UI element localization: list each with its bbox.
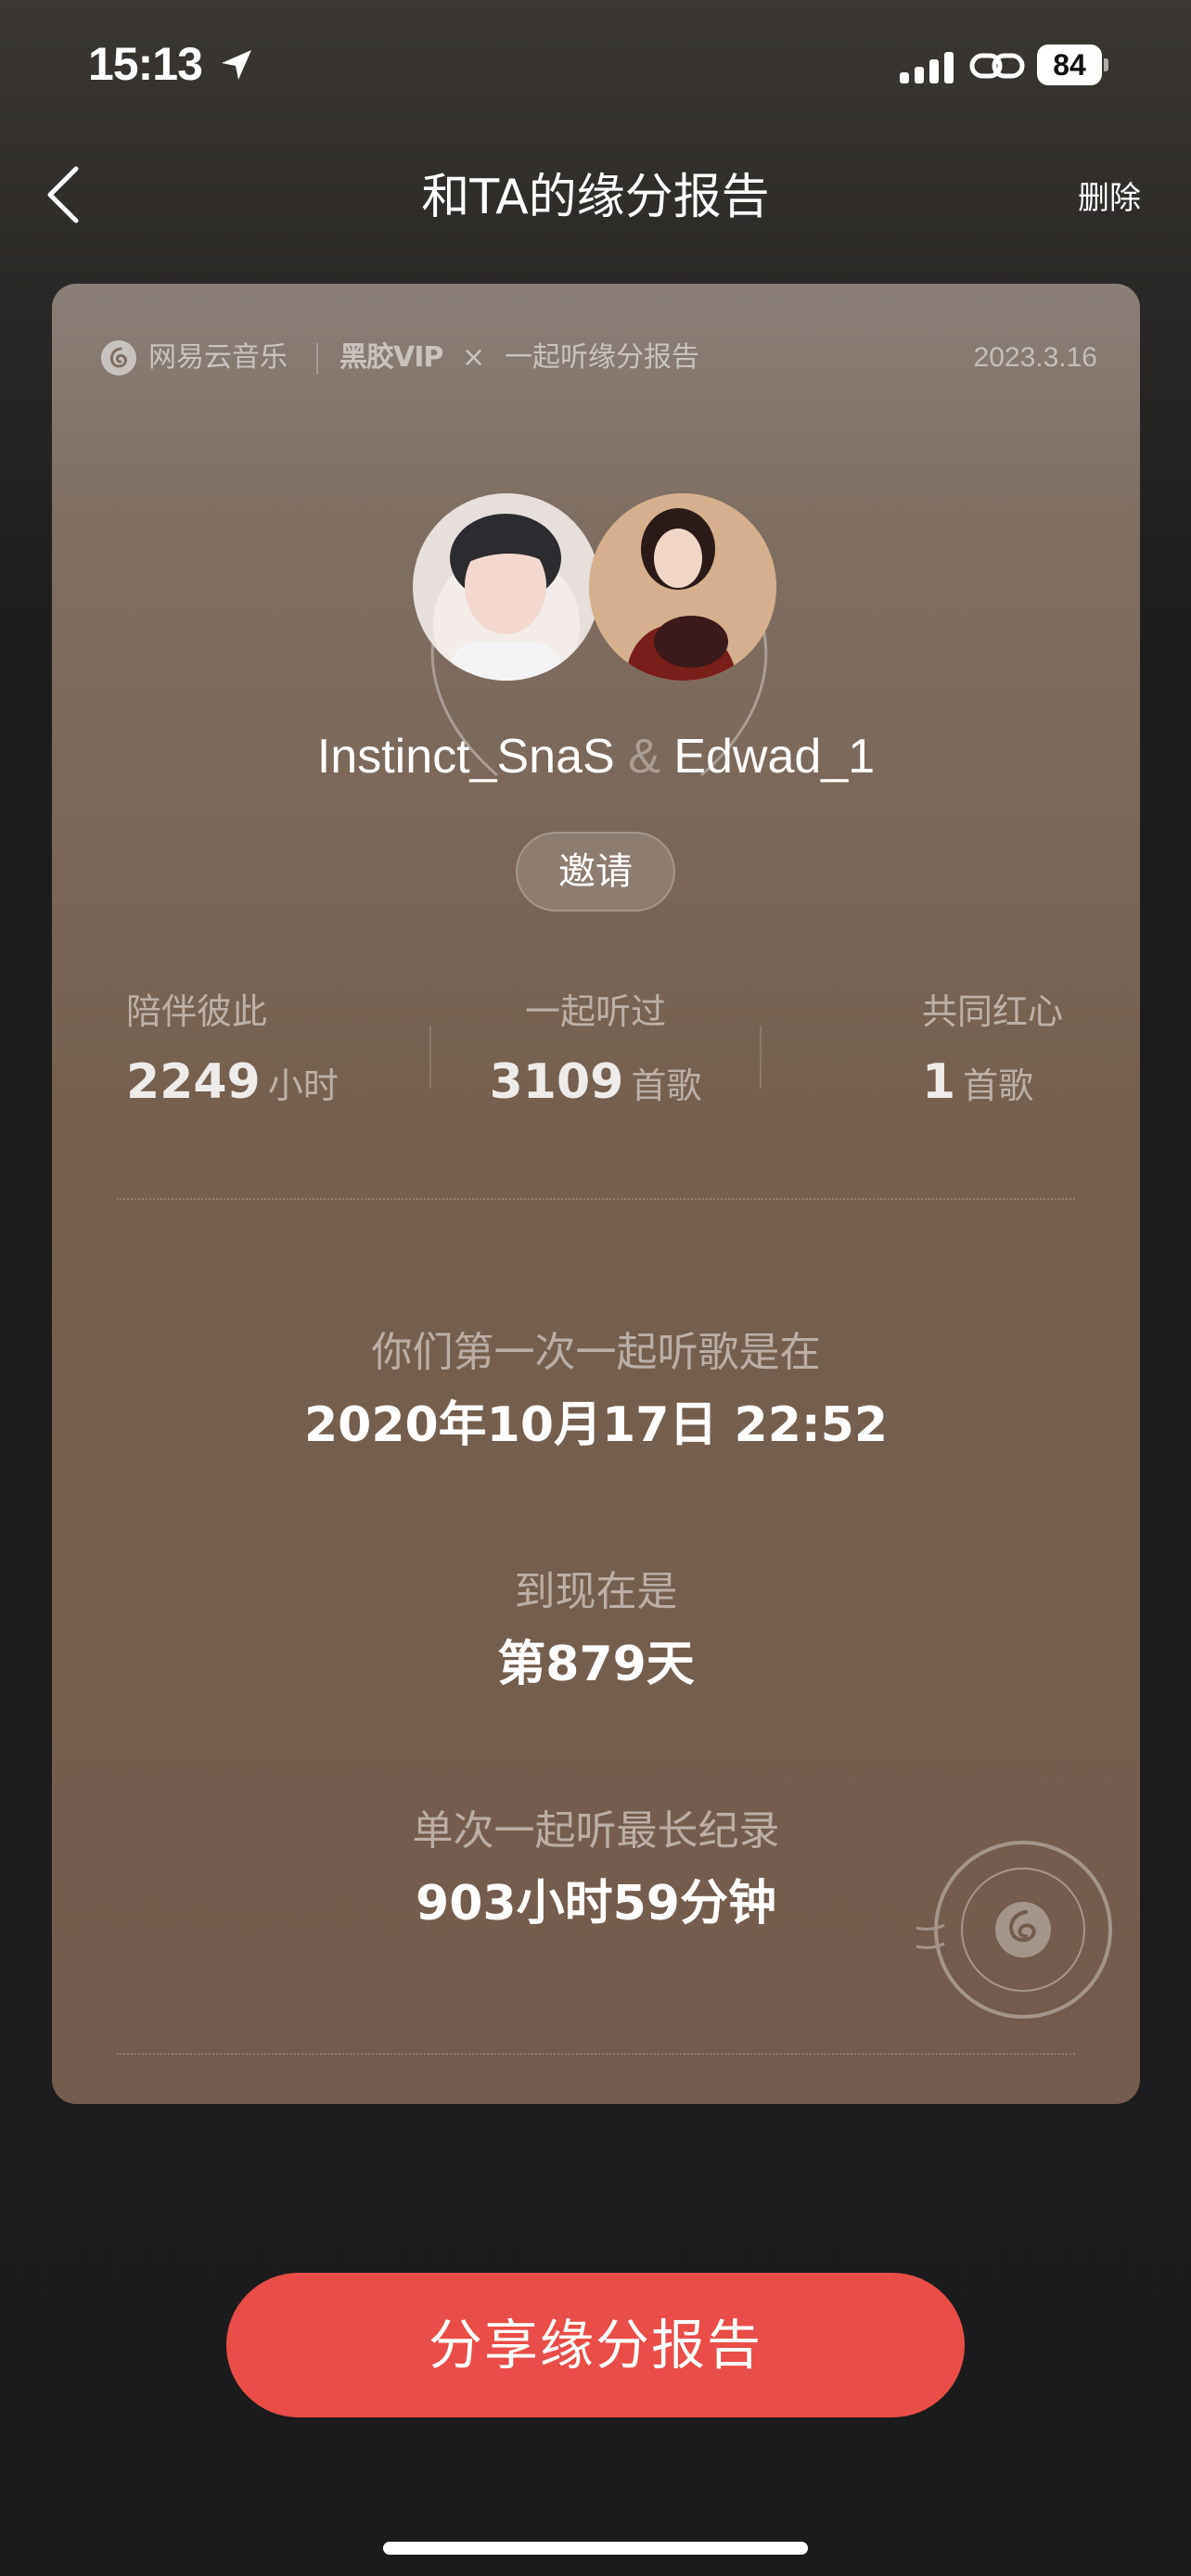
report-type-label: 一起听缘分报告 [505,341,699,374]
home-indicator[interactable] [383,2542,808,2555]
stat-label: 陪伴彼此 [126,991,268,1032]
brand-name: 网易云音乐 [148,341,288,374]
until-now-label: 到现在是 [514,1568,678,1615]
stat-label: 一起听过 [524,991,666,1032]
page-title: 和TA的缘分报告 [421,170,770,225]
couple-names: Instinct_SnaS & Edwad_1 [52,729,1140,784]
cross-symbol: × [462,341,486,374]
status-time: 15:13 [88,38,203,90]
stat-unit: 首歌 [963,1065,1034,1106]
stat-value: 2249 [126,1054,261,1110]
stat-listened-together: 一起听过 3109 首歌 [456,983,735,1110]
stat-value: 1 [921,1054,956,1110]
personal-hotspot-icon [969,53,1025,79]
share-report-button[interactable]: 分享缘分报告 [226,2273,965,2417]
stat-label: 共同红心 [921,991,1063,1032]
netease-music-logo-icon [101,340,136,376]
battery-level: 84 [1037,45,1102,85]
avatar-user2[interactable] [589,493,776,681]
stat-shared-likes: 共同红心 1 首歌 [757,983,1063,1110]
user2-name: Edwad_1 [673,730,876,784]
report-date: 2023.3.16 [973,342,1097,373]
dotted-divider [117,2053,1075,2055]
invite-button[interactable]: 邀请 [516,832,675,912]
dotted-divider [117,1198,1075,1200]
report-card: 网易云音乐 黑胶VIP × 一起听缘分报告 2023.3.16 Instinct… [52,284,1140,2104]
first-listen-label: 你们第一次一起听歌是在 [371,1329,821,1376]
vip-logo: 黑胶VIP [339,341,443,374]
stat-unit: 首歌 [631,1065,702,1106]
delete-button[interactable]: 删除 [1078,172,1141,218]
postmark-stamp-icon [916,1841,1112,2019]
until-now-value: 第879天 [497,1637,695,1692]
ampersand: & [628,730,660,784]
stat-unit: 小时 [267,1065,339,1106]
signal-icon [900,50,957,83]
stat-value: 3109 [489,1054,624,1110]
battery-icon: 84 [1037,45,1109,85]
brand-divider [316,343,318,375]
avatar-user1[interactable] [413,493,600,681]
first-listen-value: 2020年10月17日 22:52 [303,1397,889,1453]
location-arrow-icon [222,50,251,80]
user1-name: Instinct_SnaS [316,730,615,784]
stat-divider [429,1026,431,1089]
stat-companionship: 陪伴彼此 2249 小时 [126,983,404,1110]
